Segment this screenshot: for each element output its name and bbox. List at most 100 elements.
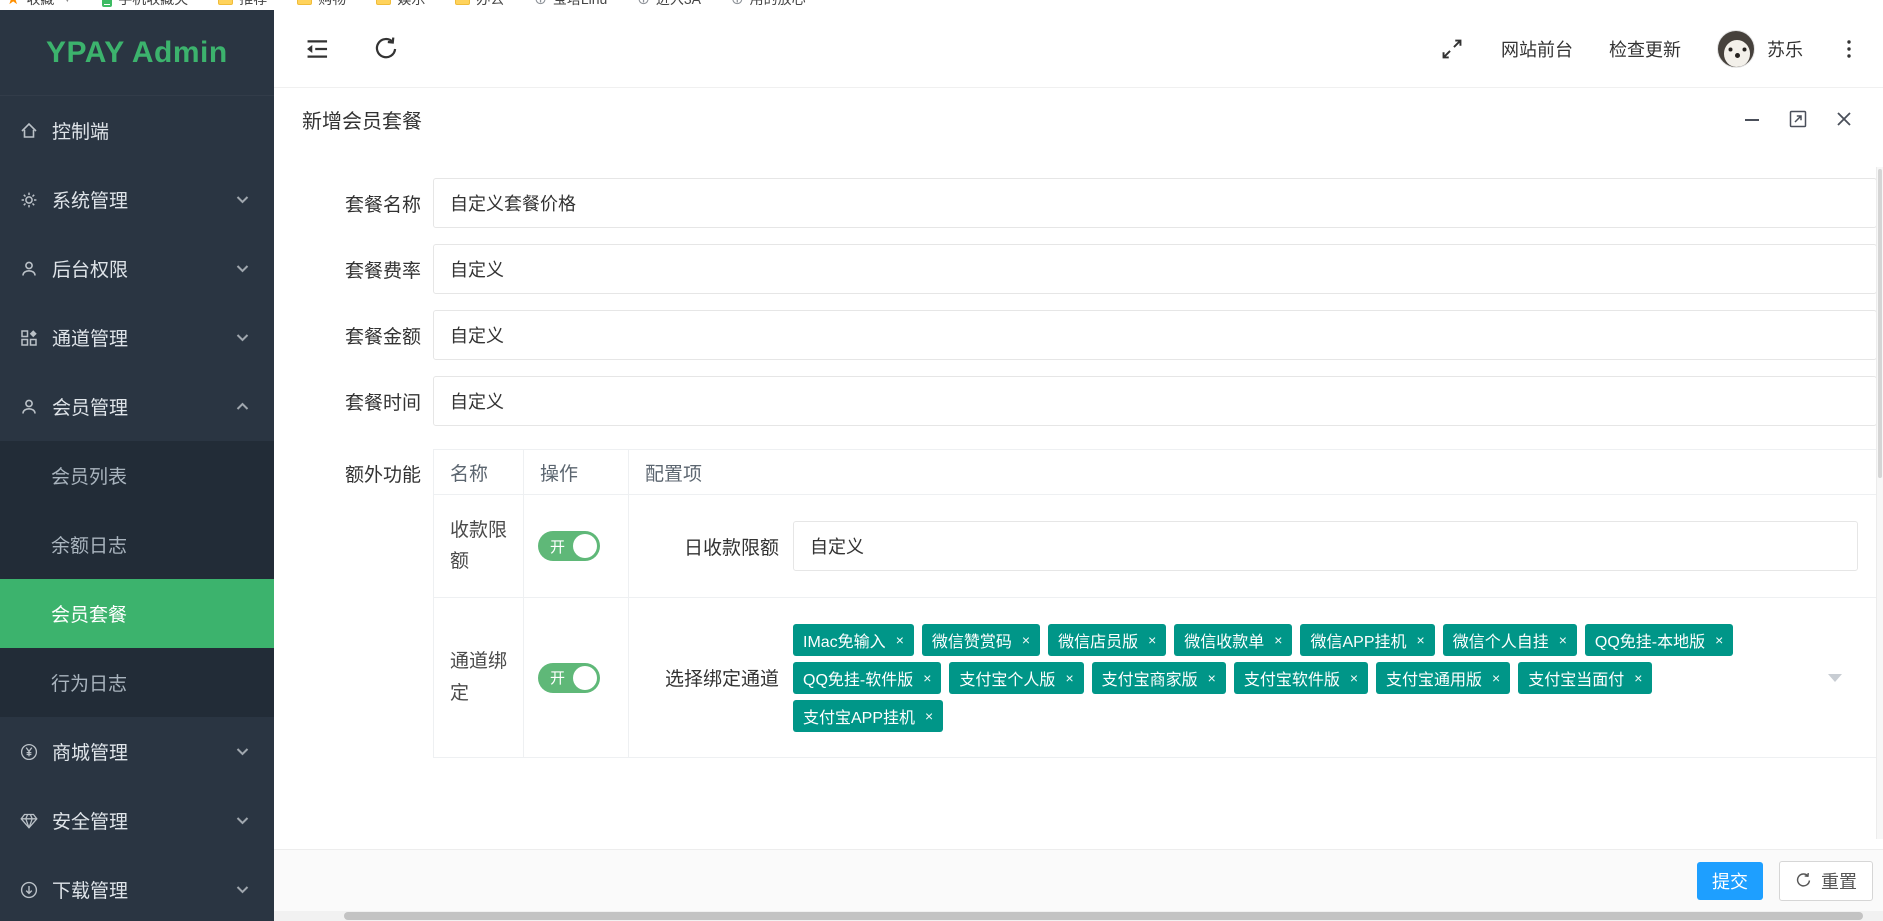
sidebar-item-channels[interactable]: 通道管理 [0, 303, 274, 372]
toggle-knob [573, 534, 597, 558]
fullscreen-icon[interactable] [1439, 36, 1465, 62]
tag-remove-icon[interactable]: × [1022, 632, 1030, 648]
feature-name: 通道绑定 [434, 598, 524, 758]
sidebar-item-mall[interactable]: 商城管理 [0, 717, 274, 786]
channel-tag[interactable]: 支付宝APP挂机× [793, 700, 943, 732]
channel-tag[interactable]: 微信店员版× [1048, 624, 1166, 656]
tag-remove-icon[interactable]: × [925, 708, 933, 724]
bookmark-item[interactable]: 购物 [297, 0, 346, 9]
channel-tag[interactable]: 微信APP挂机× [1300, 624, 1434, 656]
sidebar-item-label: 会员管理 [52, 393, 235, 420]
channel-tag[interactable]: QQ免挂-本地版× [1585, 624, 1733, 656]
maximize-icon[interactable] [1787, 108, 1809, 130]
sidebar-item-downloads[interactable]: 下载管理 [0, 855, 274, 921]
channel-tag[interactable]: 微信赞赏码× [922, 624, 1040, 656]
sidebar-item-member-list[interactable]: 会员列表 [0, 441, 274, 510]
check-update-link[interactable]: 检查更新 [1609, 36, 1681, 62]
tag-remove-icon[interactable]: × [1559, 632, 1567, 648]
username: 苏乐 [1767, 36, 1803, 62]
bookmark-item[interactable]: ⊕ 进入3A [637, 0, 701, 9]
sidebar-item-security[interactable]: 安全管理 [0, 786, 274, 855]
package-rate-input[interactable] [433, 244, 1877, 294]
toggle-knob [573, 666, 597, 690]
user-menu[interactable]: 苏乐 [1717, 30, 1803, 68]
collapse-sidebar-icon[interactable] [304, 36, 330, 62]
vertical-scrollbar[interactable] [1876, 167, 1883, 839]
chevron-down-icon: ▼ [62, 0, 72, 5]
tag-remove-icon[interactable]: × [896, 632, 904, 648]
tag-remove-icon[interactable]: × [1417, 632, 1425, 648]
folder-icon [218, 0, 233, 5]
channel-tag[interactable]: IMac免输入× [793, 624, 914, 656]
sidebar-item-dashboard[interactable]: 控制端 [0, 96, 274, 165]
channel-tag[interactable]: 微信收款单× [1174, 624, 1292, 656]
chevron-down-icon [235, 261, 250, 276]
bookmark-label: 娱乐 [397, 0, 425, 9]
bookmark-label: 收藏 [26, 0, 54, 9]
sidebar: YPAY Admin 控制端 系统管理 后台权限 [0, 10, 274, 921]
daily-limit-input[interactable] [793, 521, 1858, 571]
tag-remove-icon[interactable]: × [1350, 670, 1358, 686]
bookmark-item[interactable]: ★ 收藏 ▼ [6, 0, 72, 9]
package-time-input[interactable] [433, 376, 1877, 426]
bookmark-item[interactable]: ⊕ 用的放心 [731, 0, 806, 9]
horizontal-scrollbar[interactable] [274, 911, 1883, 921]
channel-binding-toggle[interactable]: 开 [538, 663, 600, 693]
sidebar-item-member-packages[interactable]: 会员套餐 [0, 579, 274, 648]
sidebar-item-system[interactable]: 系统管理 [0, 165, 274, 234]
payment-limit-toggle[interactable]: 开 [538, 531, 600, 561]
tag-remove-icon[interactable]: × [923, 670, 931, 686]
tag-remove-icon[interactable]: × [1634, 670, 1642, 686]
column-header-config: 配置项 [629, 450, 1877, 495]
sidebar-item-balance-log[interactable]: 余额日志 [0, 510, 274, 579]
bookmark-item[interactable]: 办公 [455, 0, 504, 9]
chevron-up-icon [235, 399, 250, 414]
tag-remove-icon[interactable]: × [1492, 670, 1500, 686]
gem-icon [19, 811, 39, 831]
submit-button[interactable]: 提交 [1697, 862, 1763, 900]
channel-tag[interactable]: 支付宝当面付× [1518, 662, 1652, 694]
site-frontend-link[interactable]: 网站前台 [1501, 36, 1573, 62]
tag-remove-icon[interactable]: × [1208, 670, 1216, 686]
scrollbar-thumb[interactable] [344, 912, 1863, 920]
sidebar-item-members[interactable]: 会员管理 [0, 372, 274, 441]
app-logo: YPAY Admin [0, 10, 274, 96]
bookmark-item[interactable]: 手机收藏夹 [102, 0, 188, 9]
channel-tag[interactable]: 支付宝商家版× [1092, 662, 1226, 694]
reset-button[interactable]: 重置 [1779, 861, 1873, 901]
sidebar-item-behavior-log[interactable]: 行为日志 [0, 648, 274, 717]
close-icon[interactable] [1833, 108, 1855, 130]
bookmark-item[interactable]: 推荐 [218, 0, 267, 9]
minimize-icon[interactable] [1741, 108, 1763, 130]
bookmark-label: 推荐 [239, 0, 267, 9]
more-menu-icon[interactable] [1839, 36, 1859, 62]
channel-tag[interactable]: QQ免挂-软件版× [793, 662, 941, 694]
top-navbar: 网站前台 检查更新 苏乐 [274, 10, 1883, 88]
bookmark-item[interactable]: ⊕ 宝塔Linu [534, 0, 607, 9]
reset-button-label: 重置 [1821, 868, 1857, 894]
scrollbar-thumb[interactable] [1878, 169, 1882, 478]
channel-tag[interactable]: 微信个人自挂× [1443, 624, 1577, 656]
gear-icon [19, 190, 39, 210]
sidebar-item-label: 行为日志 [51, 669, 127, 696]
bookmark-label: 宝塔Linu [553, 0, 607, 9]
select-chevron-icon[interactable] [1828, 674, 1842, 682]
tag-remove-icon[interactable]: × [1715, 632, 1723, 648]
sidebar-item-admin-perms[interactable]: 后台权限 [0, 234, 274, 303]
package-name-input[interactable] [433, 178, 1877, 228]
tag-remove-icon[interactable]: × [1148, 632, 1156, 648]
channel-tag[interactable]: 支付宝通用版× [1376, 662, 1510, 694]
home-icon [19, 121, 39, 141]
channel-tag[interactable]: 支付宝个人版× [949, 662, 1083, 694]
chevron-down-icon [235, 813, 250, 828]
bookmark-item[interactable]: 娱乐 [376, 0, 425, 9]
channel-tag[interactable]: 支付宝软件版× [1234, 662, 1368, 694]
channel-multiselect[interactable]: IMac免输入× 微信赞赏码× 微信店员版× 微信收款单× 微信APP挂机× 微… [793, 621, 1876, 735]
sidebar-item-label: 余额日志 [51, 531, 127, 558]
package-amount-input[interactable] [433, 310, 1877, 360]
tag-remove-icon[interactable]: × [1065, 670, 1073, 686]
tag-remove-icon[interactable]: × [1274, 632, 1282, 648]
config-label-daily-limit: 日收款限额 [649, 533, 779, 560]
sidebar-item-label: 下载管理 [52, 876, 235, 903]
refresh-icon[interactable] [373, 36, 399, 62]
